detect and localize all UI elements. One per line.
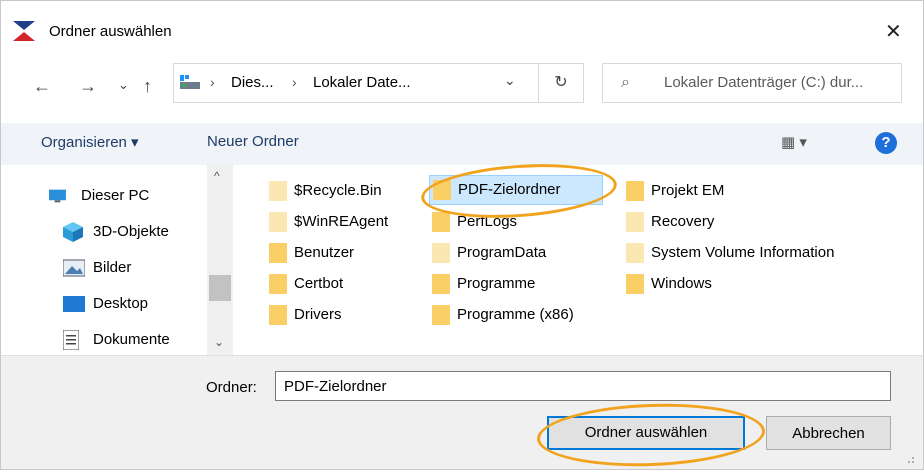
- file-name: Drivers: [294, 306, 342, 323]
- search-icon: ⌕: [621, 74, 630, 91]
- pictures-icon: [63, 259, 85, 277]
- folder-icon: [433, 180, 451, 200]
- address-bar[interactable]: › Dies... › Lokaler Date... ⌄: [173, 63, 539, 103]
- desktop-icon: [63, 296, 85, 312]
- recent-locations-icon[interactable]: ⌄: [118, 77, 129, 93]
- file-name: Windows: [651, 275, 712, 292]
- address-dropdown-icon[interactable]: ⌄: [504, 72, 516, 89]
- file-name: PDF-Zielordner: [458, 181, 561, 198]
- sidebar-item-label: Bilder: [93, 259, 132, 276]
- folder-icon: [432, 243, 450, 263]
- scrollbar-thumb[interactable]: [209, 275, 231, 301]
- navigation-bar: ← → ⌄ ↑ › Dies... › Lokaler Date... ⌄ ↻ …: [1, 53, 923, 123]
- pc-icon: [49, 189, 66, 203]
- file-name: $Recycle.Bin: [294, 182, 382, 199]
- select-folder-button[interactable]: Ordner auswählen: [547, 416, 745, 450]
- up-icon[interactable]: ↑: [143, 76, 152, 97]
- window-title: Ordner auswählen: [49, 23, 172, 40]
- breadcrumb-separator: ›: [210, 74, 215, 90]
- command-toolbar: Organisieren ▾ Neuer Ordner ▦ ▾ ?: [1, 123, 923, 166]
- navigation-scrollbar[interactable]: ^ ⌄: [207, 165, 233, 355]
- back-icon[interactable]: ←: [33, 76, 51, 97]
- breadcrumb-local-disk[interactable]: Lokaler Date...: [313, 74, 411, 91]
- sidebar-item-label: Dieser PC: [81, 187, 150, 204]
- title-bar: Ordner auswählen ✕: [1, 1, 923, 53]
- list-item-selected[interactable]: PDF-Zielordner: [429, 175, 603, 205]
- file-name: Programme (x86): [457, 306, 574, 323]
- file-name: $WinREAgent: [294, 213, 389, 230]
- file-name: Certbot: [294, 275, 344, 292]
- folder-icon: [432, 274, 450, 294]
- sidebar-item-label: 3D-Objekte: [93, 223, 169, 240]
- folder-icon: [269, 274, 287, 294]
- breadcrumb-this-pc[interactable]: Dies...: [231, 74, 274, 91]
- drive-icon: [180, 75, 200, 89]
- folder-icon: [432, 305, 450, 325]
- folder-icon: [626, 212, 644, 232]
- sidebar-item-label: Dokumente: [93, 331, 170, 348]
- breadcrumb-separator: ›: [292, 74, 297, 90]
- file-name: System Volume Information: [651, 244, 835, 261]
- new-folder-button[interactable]: Neuer Ordner: [207, 133, 299, 150]
- folder-name-field[interactable]: PDF-Zielordner: [275, 371, 891, 401]
- folder-icon: [432, 212, 450, 232]
- folder-picker-dialog: Ordner auswählen ✕ ← → ⌄ ↑ › Dies... › L…: [0, 0, 924, 470]
- refresh-icon[interactable]: ↻: [539, 63, 584, 103]
- file-name: ProgramData: [457, 244, 547, 261]
- forward-icon[interactable]: →: [79, 76, 97, 97]
- folder-icon: [626, 243, 644, 263]
- dialog-footer: Ordner: PDF-Zielordner Ordner auswählen …: [1, 355, 923, 469]
- file-name: Projekt EM: [651, 182, 725, 199]
- close-icon[interactable]: ✕: [885, 19, 902, 44]
- file-name: Benutzer: [294, 244, 355, 261]
- folder-icon: [626, 181, 644, 201]
- cube-icon: [63, 222, 83, 242]
- file-name: Programme: [457, 275, 536, 292]
- file-list: $Recycle.Bin $WinREAgent Benutzer Certbo…: [233, 158, 923, 355]
- view-options-icon[interactable]: ▦ ▾: [781, 133, 807, 151]
- cancel-button[interactable]: Abbrechen: [766, 416, 891, 450]
- navigation-pane: Dieser PC 3D-Objekte Bilder Desktop Doku…: [1, 165, 233, 355]
- scroll-down-icon[interactable]: ⌄: [214, 335, 224, 349]
- resize-grip-icon[interactable]: [901, 450, 915, 464]
- search-input[interactable]: Lokaler Datenträger (C:) dur...: [664, 74, 863, 91]
- documents-icon: [63, 330, 79, 350]
- organize-button[interactable]: Organisieren ▾: [41, 133, 139, 151]
- folder-icon: [626, 274, 644, 294]
- scroll-up-icon[interactable]: ^: [214, 169, 220, 183]
- folder-icon: [269, 181, 287, 201]
- search-box[interactable]: ⌕ Lokaler Datenträger (C:) dur...: [602, 63, 902, 103]
- sidebar-item-label: Desktop: [93, 295, 149, 312]
- file-name: Recovery: [651, 213, 715, 230]
- folder-label: Ordner:: [206, 379, 257, 396]
- help-icon[interactable]: ?: [875, 132, 897, 154]
- folder-icon: [269, 212, 287, 232]
- file-name: PerfLogs: [457, 213, 518, 230]
- folder-icon: [269, 243, 287, 263]
- folder-icon: [269, 305, 287, 325]
- app-logo-icon: [13, 21, 35, 41]
